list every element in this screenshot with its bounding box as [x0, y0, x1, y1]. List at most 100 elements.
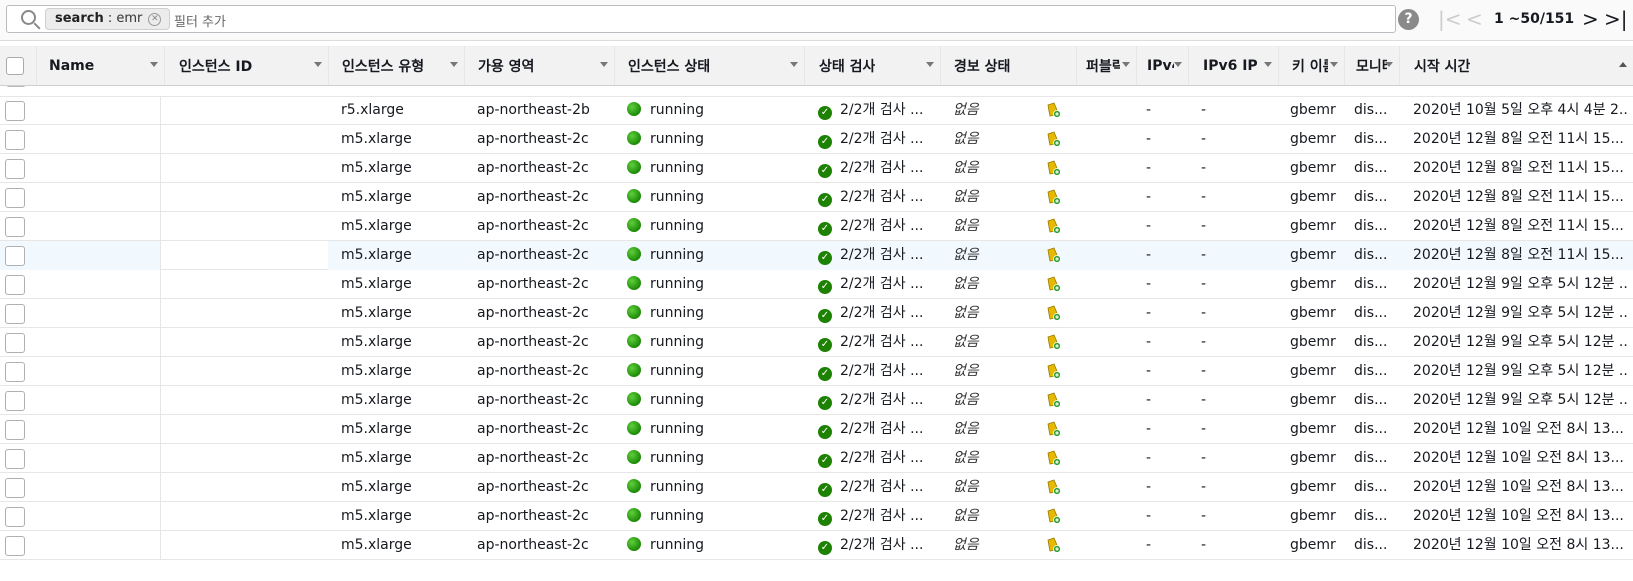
status-check-cell[interactable]: ✓ 2/2개 검사 ... — [818, 299, 928, 328]
status-check-cell[interactable]: ✓ 2/2개 검사 ... — [818, 96, 928, 125]
table-row[interactable]: m5.xlarge ap-northeast-2c running ✓ 2/2개 … — [0, 241, 1633, 270]
green-dot-icon — [627, 450, 641, 464]
table-row[interactable]: m5.xlarge ap-northeast-2c running ✓ 2/2개 … — [0, 183, 1633, 212]
table-row[interactable]: m5.xlarge ap-northeast-2c running ✓ 2/2개 … — [0, 444, 1633, 473]
first-page-icon[interactable]: |< — [1438, 9, 1462, 29]
status-check-cell[interactable]: ✓ 2/2개 검사 ... — [818, 212, 928, 241]
status-check-cell[interactable]: ✓ 2/2개 검사 ... — [818, 357, 928, 386]
row-checkbox[interactable] — [6, 86, 26, 87]
row-checkbox[interactable] — [5, 391, 25, 411]
public-ip-cell[interactable] — [1043, 444, 1073, 473]
status-check-cell[interactable]: ✓ 2/2개 검사 ... — [818, 154, 928, 183]
column-header-alarm-status[interactable]: 경보 상태 — [940, 46, 1076, 85]
status-check-cell[interactable]: ✓ 2/2개 검사 ... — [818, 270, 928, 299]
public-ip-cell[interactable] — [1043, 299, 1073, 328]
table-row[interactable]: r5.xlarge ap-northeast-2b running ✓ 2/2개 … — [0, 96, 1633, 125]
table-row[interactable]: m5.xlarge ap-northeast-2c running ✓ 2/2개 … — [0, 386, 1633, 415]
table-row[interactable]: m5.xlarge ap-northeast-2c running ✓ 2/2개 … — [0, 270, 1633, 299]
last-page-icon[interactable]: >| — [1604, 9, 1628, 29]
row-checkbox[interactable] — [5, 159, 25, 179]
row-checkbox[interactable] — [5, 217, 25, 237]
column-header-instance-type[interactable]: 인스턴스 유형 — [328, 46, 464, 85]
row-checkbox[interactable] — [5, 188, 25, 208]
public-ip-cell[interactable] — [1043, 357, 1073, 386]
column-label: Name — [49, 57, 95, 74]
public-ip-cell[interactable] — [1043, 328, 1073, 357]
public-ip-cell[interactable] — [1043, 125, 1073, 154]
column-header-ipv6[interactable]: IPv6 IP — [1188, 46, 1278, 85]
column-header-instance-id[interactable]: 인스턴스 ID — [164, 46, 328, 85]
table-row[interactable]: m5.xlarge ap-northeast-2c running ✓ 2/2개 … — [0, 154, 1633, 183]
table-row[interactable]: m5.xlarge ap-northeast-2c running ✓ 2/2개 … — [0, 125, 1633, 154]
row-checkbox[interactable] — [5, 101, 25, 121]
instance-type-cell: m5.xlarge — [341, 334, 412, 350]
public-ip-cell[interactable] — [1043, 415, 1073, 444]
column-header-launch-time[interactable]: 시작 시간 — [1399, 46, 1633, 85]
elastic-ip-icon — [1047, 102, 1061, 118]
row-checkbox[interactable] — [5, 275, 25, 295]
public-ip-cell[interactable] — [1043, 96, 1073, 125]
chevron-left-icon[interactable]: < — [1466, 9, 1483, 29]
filter-token[interactable]: search : emr ✕ — [45, 8, 171, 30]
status-check-cell[interactable]: ✓ 2/2개 검사 ... — [818, 415, 928, 444]
status-check-cell[interactable]: ✓ 2/2개 검사 ... — [818, 473, 928, 502]
public-ip-cell[interactable] — [1043, 270, 1073, 299]
row-checkbox[interactable] — [5, 536, 25, 556]
row-checkbox[interactable] — [5, 478, 25, 498]
table-row[interactable]: m5.xlarge ap-northeast-2c running ✓ 2/2개 … — [0, 357, 1633, 386]
column-header-name[interactable]: Name — [36, 46, 164, 85]
public-ip-cell[interactable] — [1043, 183, 1073, 212]
row-checkbox[interactable] — [5, 420, 25, 440]
public-ip-cell[interactable] — [1043, 502, 1073, 531]
table-row[interactable]: m5.xlarge ap-northeast-2c running ✓ 2/2개 … — [0, 473, 1633, 502]
instance-state-label: running — [650, 218, 705, 234]
row-checkbox[interactable] — [5, 246, 25, 266]
status-check-cell[interactable]: ✓ 2/2개 검사 ... — [818, 328, 928, 357]
table-row[interactable]: m5.xlarge ap-northeast-2c running ✓ 2/2개 … — [0, 502, 1633, 531]
table-row[interactable]: m5.xlarge ap-northeast-2c running ✓ 2/2개 … — [0, 212, 1633, 241]
status-check-cell[interactable]: ✓ 2/2개 검사 ... — [818, 444, 928, 473]
row-checkbox[interactable] — [5, 304, 25, 324]
status-check-cell[interactable]: ✓ 2/2개 검사 ... — [818, 502, 928, 531]
instance-state-cell: running — [627, 415, 787, 444]
column-header-status-check[interactable]: 상태 검사 — [804, 46, 940, 85]
public-ip-cell[interactable] — [1043, 473, 1073, 502]
close-circle-icon[interactable]: ✕ — [148, 12, 162, 26]
column-header-monitoring[interactable]: 모니터 — [1344, 46, 1399, 85]
row-checkbox[interactable] — [5, 130, 25, 150]
public-ip-cell[interactable] — [1043, 531, 1073, 560]
public-ip-cell[interactable] — [1043, 386, 1073, 415]
row-checkbox[interactable] — [5, 362, 25, 382]
status-check-cell[interactable]: ✓ 2/2개 검사 ... — [818, 531, 928, 560]
instance-state-label: running — [650, 102, 705, 118]
table-row[interactable]: m5.xlarge ap-northeast-2c running ✓ 2/2개 … — [0, 299, 1633, 328]
table-row[interactable]: m5.xlarge ap-northeast-2c running ✓ 2/2개 … — [0, 328, 1633, 357]
select-all-checkbox[interactable] — [6, 57, 24, 75]
row-checkbox[interactable] — [5, 449, 25, 469]
status-check-cell[interactable]: ✓ 2/2개 검사 ... — [818, 241, 928, 270]
public-ip-cell[interactable] — [1043, 241, 1073, 270]
row-checkbox[interactable] — [5, 333, 25, 353]
column-header-instance-state[interactable]: 인스턴스 상태 — [614, 46, 804, 85]
public-ip-cell[interactable] — [1043, 154, 1073, 183]
sort-ascending-icon — [1619, 62, 1627, 67]
table-row[interactable]: m5.xlarge ap-northeast-2c running ✓ 2/2개 … — [0, 415, 1633, 444]
status-check-cell[interactable]: ✓ 2/2개 검사 ... — [818, 386, 928, 415]
table-row[interactable]: m5.xlarge ap-northeast-2c running ✓ 2/2개 … — [0, 531, 1633, 560]
status-check-cell[interactable]: ✓ 2/2개 검사 ... — [818, 125, 928, 154]
row-checkbox[interactable] — [5, 507, 25, 527]
help-circle-icon[interactable]: ? — [1398, 9, 1419, 30]
status-check-cell[interactable]: ✓ 2/2개 검사 ... — [818, 183, 928, 212]
status-check-label: 2/2개 검사 ... — [840, 421, 924, 437]
column-header-availability-zone[interactable]: 가용 영역 — [464, 46, 614, 85]
ipv4-cell: - — [1146, 305, 1152, 321]
add-filter-placeholder[interactable]: 필터 추가 — [174, 11, 226, 30]
instance-type-cell: m5.xlarge — [341, 160, 412, 176]
column-header-ipv4[interactable]: IPv4 — [1136, 46, 1188, 85]
alarm-status-cell: 없음 — [953, 160, 979, 176]
public-ip-cell[interactable] — [1043, 212, 1073, 241]
column-header-public[interactable]: 퍼블릭 — [1076, 46, 1136, 85]
column-header-key-name[interactable]: 키 이름 — [1278, 46, 1344, 85]
chevron-right-icon[interactable]: > — [1582, 9, 1599, 29]
column-label: 인스턴스 상태 — [628, 58, 711, 75]
